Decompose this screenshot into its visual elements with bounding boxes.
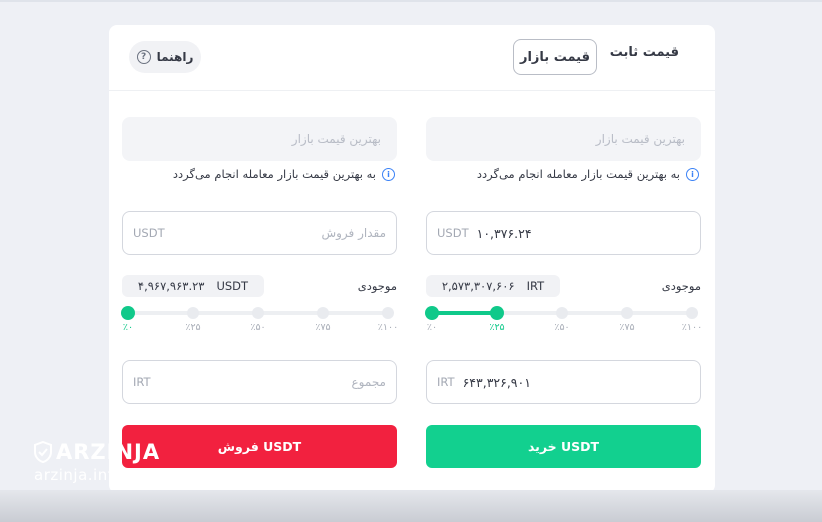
buy-total-value: ۶۴۳,۳۲۶,۹۰۱ <box>462 374 531 390</box>
sell-slider-tick-label: ٪۵۰ <box>250 322 266 333</box>
watermark-url: arzinja.info <box>34 466 124 484</box>
sell-total-placeholder: مجموع <box>351 375 386 389</box>
sell-slider-dot[interactable] <box>252 307 264 319</box>
sell-percent-slider[interactable]: ٪۰ ٪۲۵ ٪۵۰ ٪۷۵ ٪۱۰۰ <box>121 305 399 335</box>
trade-card: قیمت ثابت قیمت بازار راهنما ? بهترین قیم… <box>109 25 715 493</box>
buy-slider-tick-label: ٪۷۵ <box>619 322 635 333</box>
sell-slider-tick-label: ٪۲۵ <box>185 322 201 333</box>
buy-balance-row: موجودی IRT ۲,۵۷۳,۳۰۷,۶۰۶ <box>426 275 701 297</box>
sell-balance-value: ۴,۹۶۷,۹۶۳.۲۳ <box>137 279 205 293</box>
buy-hint-text: به بهترین قیمت بازار معامله انجام می‌گرد… <box>476 167 680 181</box>
sell-slider-tick-label: ٪۱۰۰ <box>377 322 399 333</box>
buy-balance-unit: IRT <box>526 279 545 293</box>
sell-slider-dot[interactable] <box>121 306 135 320</box>
info-icon: i <box>382 167 395 181</box>
buy-slider-tick-label: ٪۵۰ <box>554 322 570 333</box>
buy-slider-tick-label: ٪۲۵ <box>489 322 505 333</box>
watermark-logo-text: ARZINJA <box>56 440 161 464</box>
buy-total-input[interactable]: IRT ۶۴۳,۳۲۶,۹۰۱ <box>426 360 701 404</box>
buy-slider-dot[interactable] <box>621 307 633 319</box>
bottom-shade <box>0 490 822 522</box>
guide-button[interactable]: راهنما ? <box>129 41 201 73</box>
buy-usdt-button[interactable]: خرید USDT <box>426 425 701 468</box>
buy-total-unit: IRT <box>437 375 455 389</box>
sell-balance-row: موجودی USDT ۴,۹۶۷,۹۶۳.۲۳ <box>122 275 397 297</box>
buy-amount-value: ۱۰,۳۷۶.۲۴ <box>476 225 532 241</box>
sell-total-unit: IRT <box>133 375 151 389</box>
buy-slider-dot[interactable] <box>490 306 504 320</box>
tab-fixed-price[interactable]: قیمت ثابت <box>610 45 679 60</box>
sell-total-input[interactable]: IRT مجموع <box>122 360 397 404</box>
top-divider <box>0 0 822 2</box>
sell-hint: i به بهترین قیمت بازار معامله انجام می‌گ… <box>122 167 397 181</box>
sell-balance-chip[interactable]: USDT ۴,۹۶۷,۹۶۳.۲۳ <box>122 275 264 297</box>
buy-slider-tick-label: ٪۱۰۰ <box>681 322 703 333</box>
sell-slider-dot[interactable] <box>382 307 394 319</box>
sell-amount-unit: USDT <box>133 226 165 240</box>
buy-amount-input[interactable]: USDT ۱۰,۳۷۶.۲۴ <box>426 211 701 255</box>
sell-amount-input[interactable]: USDT مقدار فروش <box>122 211 397 255</box>
sell-balance-unit: USDT <box>216 279 249 293</box>
shield-logo-icon <box>34 441 52 463</box>
sell-amount-placeholder: مقدار فروش <box>321 226 386 240</box>
buy-slider-fill <box>432 311 497 315</box>
sell-slider-dot[interactable] <box>317 307 329 319</box>
buy-balance-label: موجودی <box>661 279 701 293</box>
buy-percent-slider[interactable]: ٪۰ ٪۲۵ ٪۵۰ ٪۷۵ ٪۱۰۰ <box>425 305 703 335</box>
buy-balance-value: ۲,۵۷۳,۳۰۷,۶۰۶ <box>441 279 515 293</box>
sell-slider-tick-label: ٪۷۵ <box>315 322 331 333</box>
sell-slider-tick-label: ٪۰ <box>122 322 134 333</box>
guide-label: راهنما <box>156 50 194 64</box>
order-type-header: قیمت ثابت قیمت بازار راهنما ? <box>109 25 715 91</box>
watermark: ARZINJA arzinja.info <box>34 440 174 484</box>
buy-amount-unit: USDT <box>437 226 469 240</box>
buy-price-field: بهترین قیمت بازار <box>426 117 701 161</box>
buy-slider-dot[interactable] <box>686 307 698 319</box>
tab-market-price[interactable]: قیمت بازار <box>513 39 597 75</box>
watermark-logo: ARZINJA <box>34 440 174 464</box>
buy-hint: i به بهترین قیمت بازار معامله انجام می‌گ… <box>426 167 701 181</box>
buy-balance-chip[interactable]: IRT ۲,۵۷۳,۳۰۷,۶۰۶ <box>426 275 560 297</box>
sell-balance-label: موجودی <box>357 279 397 293</box>
buy-slider-tick-label: ٪۰ <box>426 322 438 333</box>
buy-price-placeholder: بهترین قیمت بازار <box>595 132 685 146</box>
buy-slider-dot[interactable] <box>425 306 439 320</box>
question-icon: ? <box>136 50 151 64</box>
buy-slider-dot[interactable] <box>556 307 568 319</box>
sell-slider-dot[interactable] <box>187 307 199 319</box>
sell-price-placeholder: بهترین قیمت بازار <box>291 132 381 146</box>
sell-hint-text: به بهترین قیمت بازار معامله انجام می‌گرد… <box>172 167 376 181</box>
info-icon: i <box>686 167 699 181</box>
sell-price-field: بهترین قیمت بازار <box>122 117 397 161</box>
